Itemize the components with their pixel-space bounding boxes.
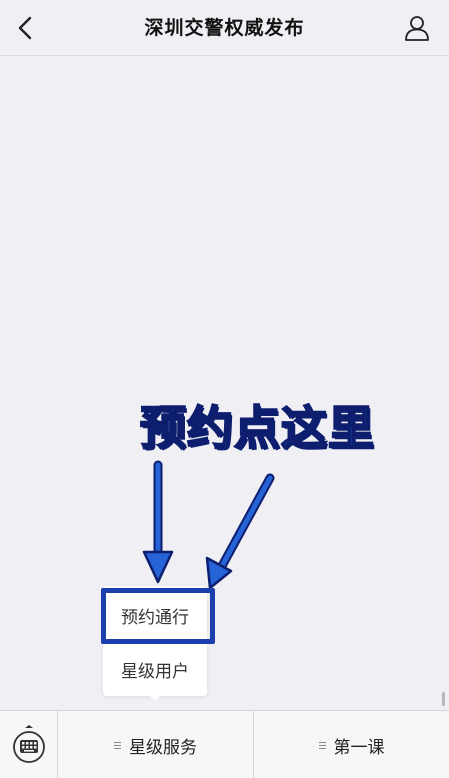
profile-button[interactable] xyxy=(399,10,435,46)
menu-item-label: 星级用户 xyxy=(121,661,189,682)
menu-star-service[interactable]: 星级服务 xyxy=(58,711,254,778)
menu-item-label: 预约通行 xyxy=(121,607,189,628)
chat-content-area xyxy=(0,57,449,710)
person-icon xyxy=(405,16,429,41)
menu-label: 星级服务 xyxy=(129,737,197,758)
bottom-menu-bar: 星级服务 第一课 xyxy=(0,710,449,778)
header-bar: 深圳交警权威发布 xyxy=(0,0,449,56)
back-button[interactable] xyxy=(6,8,46,48)
annotation-callout: 预约点这里 xyxy=(139,400,375,456)
keyboard-icon xyxy=(12,725,45,763)
chevron-left-icon xyxy=(18,16,32,40)
keyboard-toggle-button[interactable] xyxy=(0,711,58,778)
menu-lines-icon xyxy=(318,740,326,751)
scrollbar-thumb[interactable] xyxy=(442,692,445,706)
menu-lines-icon xyxy=(114,740,121,751)
popup-caret xyxy=(148,694,162,701)
menu-item-star-user[interactable]: 星级用户 xyxy=(103,642,207,696)
menu-label: 第一课 xyxy=(333,737,385,758)
service-popup-menu: 预约通行 星级用户 xyxy=(103,586,207,696)
menu-item-appointment-pass[interactable]: 预约通行 xyxy=(103,588,207,642)
menu-first-lesson[interactable]: 第一课 xyxy=(254,711,449,778)
page-title: 深圳交警权威发布 xyxy=(144,17,305,39)
